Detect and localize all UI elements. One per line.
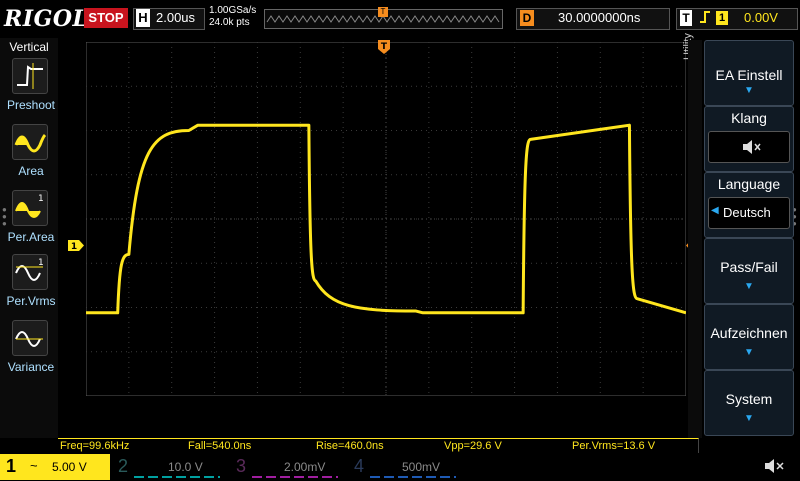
svg-text:1: 1 (38, 258, 44, 268)
sound-label: Klang (731, 110, 767, 126)
system-label: System (725, 391, 773, 407)
language-value-box: ◀ Deutsch (708, 197, 790, 229)
measurement-vpp[interactable]: Vpp=29.6 V (442, 438, 571, 453)
trigger-box[interactable] (676, 8, 798, 30)
language-button[interactable]: Language ◀ Deutsch (704, 172, 794, 238)
measurement-freq[interactable]: Freq=99.6kHz (58, 438, 187, 453)
variance-icon[interactable] (12, 320, 48, 356)
waveform-display[interactable] (86, 42, 686, 396)
acquisition-info: 1.00GSa/s 24.0k pts (209, 5, 256, 29)
channel1-scale: 5.00 V (52, 460, 87, 474)
sound-button[interactable]: Klang (704, 106, 794, 172)
brand-logo: RIGOL (4, 6, 89, 32)
run-stop-status[interactable]: STOP (84, 8, 128, 28)
area-label[interactable]: Area (0, 164, 62, 178)
ea-settings-label: EA Einstell (715, 67, 783, 83)
channel4-scale: 500mV (402, 460, 441, 474)
channel1-status[interactable]: 1 ~ 5.00 V (0, 454, 110, 480)
svg-text:1: 1 (38, 194, 44, 204)
per-area-label[interactable]: Per.Area (0, 230, 62, 244)
per-vrms-label[interactable]: Per.Vrms (0, 294, 62, 308)
trigger-label: T (680, 10, 692, 26)
preshoot-icon[interactable] (12, 58, 48, 94)
record-label: Aufzeichnen (710, 325, 788, 341)
per-area-icon[interactable]: 1 (12, 190, 48, 226)
language-label: Language (717, 176, 781, 192)
record-button[interactable]: Aufzeichnen ▼ (704, 304, 794, 370)
pass-fail-label: Pass/Fail (720, 259, 778, 275)
channel3-number: 3 (236, 456, 247, 476)
channel3-scale: 2.00mV (284, 460, 326, 474)
channel1-offset-marker[interactable]: 1 (68, 238, 84, 252)
channel2-status[interactable]: 2 10.0 V (112, 456, 222, 478)
speaker-muted-icon[interactable] (762, 456, 786, 481)
measurement-rise[interactable]: Rise=460.0ns (314, 438, 443, 453)
sound-value-box (708, 131, 790, 163)
delay-value: 30.0000000ns (558, 10, 641, 25)
right-menu-rail (688, 40, 702, 438)
ea-settings-button[interactable]: EA Einstell ▼ (704, 40, 794, 106)
memory-depth: 24.0k pts (209, 17, 250, 28)
rising-edge-icon (699, 9, 711, 29)
chevron-left-icon: ◀ (711, 205, 719, 216)
trigger-source: 1 (716, 11, 728, 25)
per-vrms-icon[interactable]: 1 (12, 254, 48, 290)
timebase-value: 2.00us (156, 10, 196, 25)
channel2-scale: 10.0 V (168, 460, 203, 474)
channel4-status[interactable]: 4 500mV (348, 456, 458, 478)
measurement-per-vrms[interactable]: Per.Vrms=13.6 V (570, 438, 699, 453)
menu-title: Vertical (9, 40, 49, 54)
sample-rate: 1.00GSa/s (209, 5, 257, 16)
delay-label: D (520, 10, 534, 26)
chevron-down-icon: ▼ (744, 347, 754, 358)
pass-fail-button[interactable]: Pass/Fail ▼ (704, 238, 794, 304)
measurement-fall[interactable]: Fall=540.0ns (186, 438, 315, 453)
ac-coupling-icon: ~ (30, 458, 38, 473)
memory-trigger-marker: T (378, 7, 388, 17)
speaker-muted-icon (743, 140, 761, 154)
variance-label[interactable]: Variance (0, 360, 62, 374)
channel3-status[interactable]: 3 2.00mV (230, 456, 340, 478)
channel1-offset-label: 1 (71, 242, 77, 251)
area-icon[interactable] (12, 124, 48, 160)
channel2-number: 2 (118, 456, 129, 476)
trigger-level: 0.00V (744, 10, 778, 25)
channel1-number: 1 (6, 456, 17, 476)
trigger-position-label: T (381, 42, 388, 52)
horizontal-label: H (136, 9, 150, 27)
chevron-down-icon: ▼ (744, 281, 754, 292)
system-button[interactable]: System ▼ (704, 370, 794, 436)
language-value: Deutsch (723, 205, 771, 220)
chevron-down-icon: ▼ (744, 85, 754, 96)
trigger-position-marker[interactable]: T (378, 40, 390, 54)
preshoot-label[interactable]: Preshoot (0, 98, 62, 112)
chevron-down-icon: ▼ (744, 413, 754, 424)
menu-page-dots[interactable]: ● ● ● (2, 206, 7, 228)
channel4-number: 4 (354, 456, 365, 476)
